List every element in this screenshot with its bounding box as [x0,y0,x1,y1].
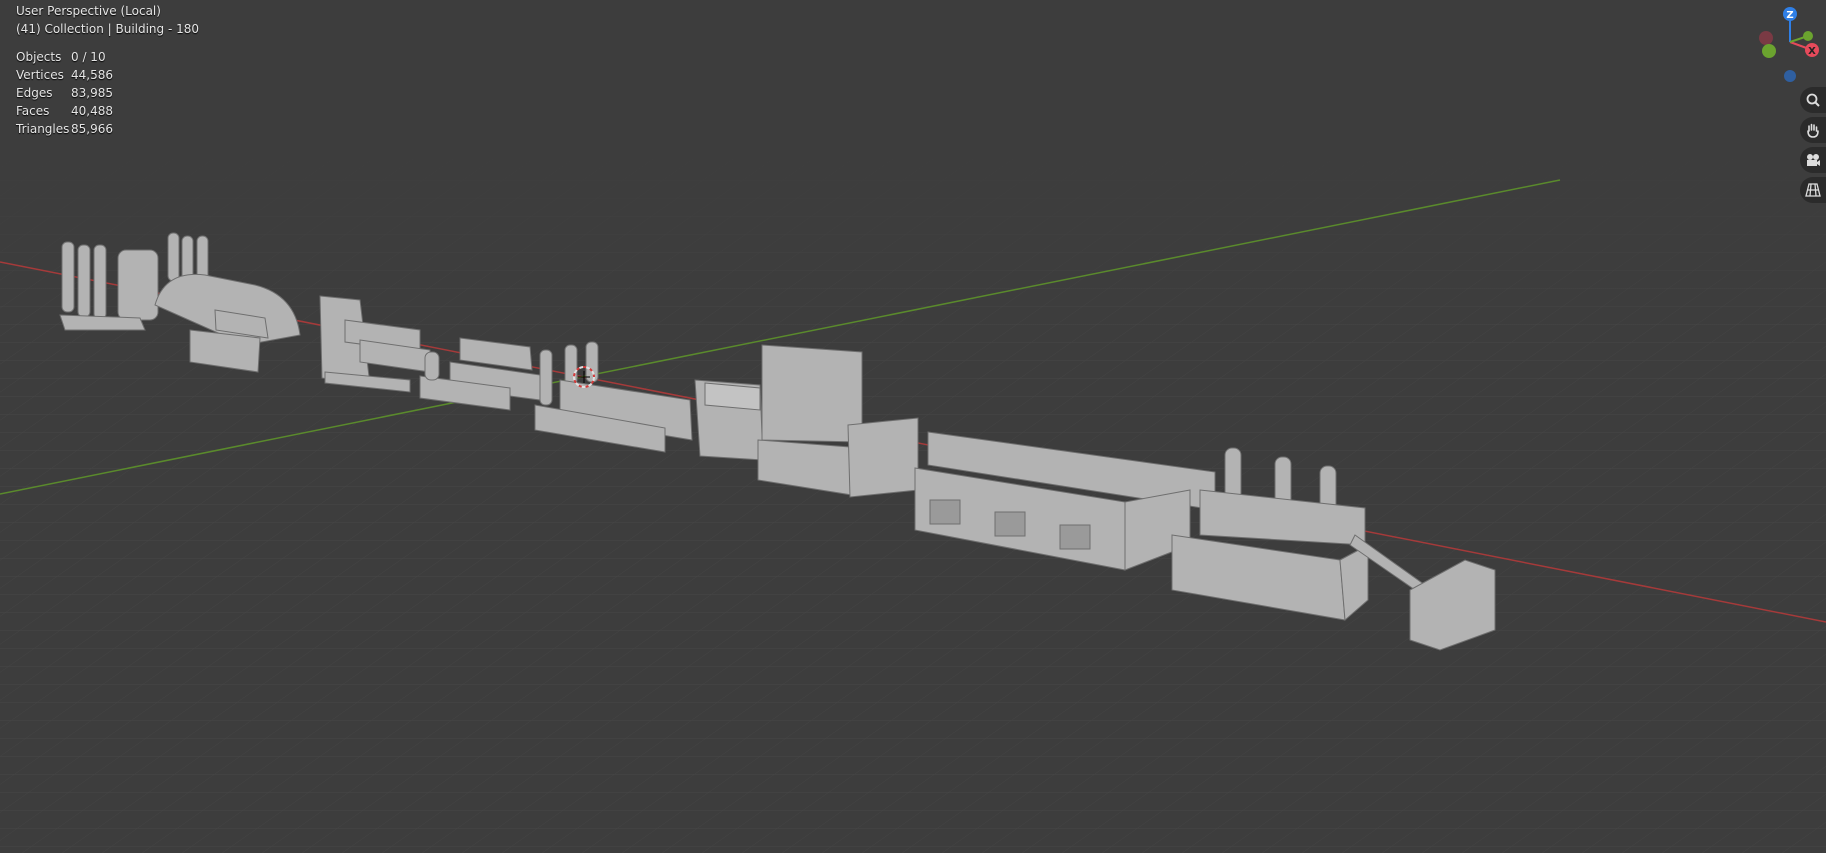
stat-row-edges: Edges 83,985 [16,84,113,102]
viewport-scene[interactable] [0,0,1826,853]
zoom-icon[interactable] [1800,87,1826,113]
stat-value: 85,966 [71,122,113,136]
stat-value: 0 / 10 [71,50,106,64]
stat-value: 83,985 [71,86,113,100]
stat-label: Vertices [16,68,64,82]
perspective-label: User Perspective (Local) [16,4,161,18]
stat-value: 40,488 [71,104,113,118]
y-axis-negative-ball[interactable] [1762,44,1776,58]
stat-row-faces: Faces 40,488 [16,102,113,120]
building-shop[interactable] [694,379,764,461]
stat-label: Faces [16,104,50,118]
viewport-header-text: User Perspective (Local) (41) Collection… [16,2,199,38]
zoom-button[interactable] [1800,87,1826,113]
stat-label: Edges [16,86,53,100]
stat-label: Objects [16,50,62,64]
pan-button[interactable] [1800,117,1826,143]
y-axis-ball[interactable] [1803,31,1813,41]
stat-row-objects: Objects 0 / 10 [16,48,113,66]
grid-perspective-icon[interactable] [1800,177,1826,203]
statistics-overlay: Objects 0 / 10 Vertices 44,586 Edges 83,… [16,48,113,138]
camera-view-button[interactable] [1800,147,1826,173]
z-axis-negative-ball[interactable] [1784,70,1796,82]
navigation-gizmo[interactable]: Z X [1752,0,1826,90]
stat-value: 44,586 [71,68,113,82]
stat-row-triangles: Triangles 85,966 [16,120,113,138]
stat-row-vertices: Vertices 44,586 [16,66,113,84]
stat-label: Triangles [16,122,70,136]
hand-pan-icon[interactable] [1800,117,1826,143]
3d-viewport[interactable] [0,0,1826,853]
x-axis-label: X [1808,46,1816,57]
camera-icon[interactable] [1800,147,1826,173]
z-axis-label: Z [1786,10,1793,21]
collection-label: (41) Collection | Building - 180 [16,22,200,36]
perspective-toggle-button[interactable] [1800,177,1826,203]
